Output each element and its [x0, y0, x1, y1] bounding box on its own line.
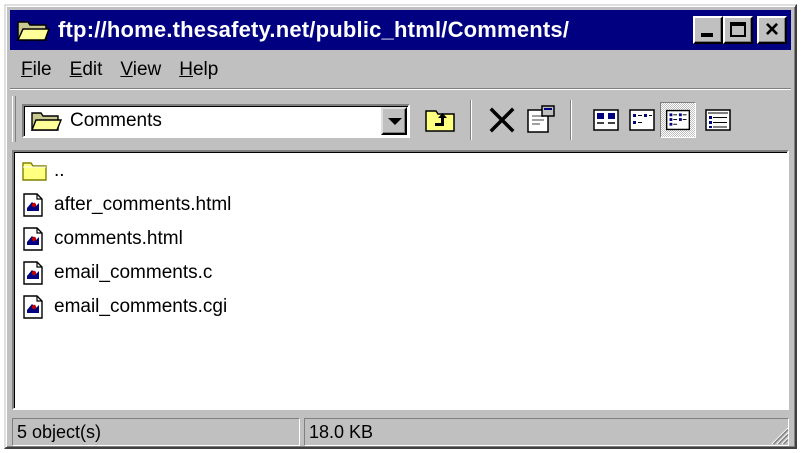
toolbar-grip[interactable]: [12, 96, 16, 142]
large-icons-button[interactable]: [588, 102, 624, 138]
file-name: comments.html: [54, 228, 183, 249]
toolbar-separator: [470, 100, 472, 140]
delete-button[interactable]: [484, 102, 520, 138]
toolbar-separator: [570, 100, 572, 140]
list-item-file[interactable]: email_comments.cgi: [22, 292, 227, 322]
close-icon: ×: [764, 16, 779, 43]
menu-edit[interactable]: Edit: [61, 59, 112, 81]
list-item-parent-folder[interactable]: ..: [22, 156, 65, 186]
ftp-explorer-window: ftp://home.thesafety.net/public_html/Com…: [4, 4, 797, 449]
list-item-file[interactable]: email_comments.c: [22, 258, 212, 288]
folder-icon: [22, 160, 48, 182]
title-bar[interactable]: ftp://home.thesafety.net/public_html/Com…: [10, 10, 791, 50]
html-document-icon: [22, 294, 44, 320]
resize-grip[interactable]: [766, 422, 790, 446]
details-view-button[interactable]: [700, 102, 736, 138]
file-name: email_comments.cgi: [54, 296, 228, 317]
html-document-icon: [22, 260, 44, 286]
menu-bar: File Edit View Help: [12, 54, 227, 86]
close-button[interactable]: ×: [757, 16, 787, 44]
list-view-icon: [665, 109, 691, 131]
window-title: ftp://home.thesafety.net/public_html/Com…: [58, 17, 570, 42]
up-one-level-button[interactable]: [422, 102, 458, 138]
html-document-icon: [22, 192, 44, 218]
list-view-button[interactable]: [660, 102, 696, 138]
menu-help[interactable]: Help: [170, 59, 227, 81]
file-name: ..: [54, 160, 65, 181]
address-combobox[interactable]: Comments: [22, 104, 410, 138]
status-total-size: 18.0 KB: [304, 418, 789, 446]
folder-icon: [30, 110, 63, 132]
maximize-button[interactable]: [723, 16, 753, 44]
resize-grip-icon: [771, 427, 789, 445]
minimize-icon: [701, 33, 713, 37]
address-value: Comments: [70, 110, 162, 131]
properties-button[interactable]: [522, 102, 558, 138]
list-item-file[interactable]: after_comments.html: [22, 190, 231, 220]
file-list-pane[interactable]: .. after_comments.html comments.html ema…: [12, 150, 789, 410]
menu-file[interactable]: File: [12, 59, 61, 81]
toolbar: Comments: [10, 92, 791, 148]
details-view-icon: [705, 109, 731, 131]
file-name: after_comments.html: [54, 194, 232, 215]
minimize-button[interactable]: [693, 16, 723, 44]
small-icons-button[interactable]: [624, 102, 660, 138]
small-icons-view-icon: [629, 109, 655, 131]
menu-view[interactable]: View: [111, 59, 170, 81]
folder-up-icon: [425, 110, 455, 132]
large-icons-view-icon: [593, 109, 619, 131]
address-dropdown-button[interactable]: [381, 107, 407, 135]
properties-icon: [527, 105, 555, 133]
list-item-file[interactable]: comments.html: [22, 224, 183, 254]
delete-icon: [489, 107, 515, 133]
open-folder-icon: [16, 17, 51, 43]
status-object-count: 5 object(s): [12, 418, 300, 446]
status-bar: 5 object(s) 18.0 KB: [10, 416, 791, 447]
file-name: email_comments.c: [54, 262, 213, 283]
html-document-icon: [22, 226, 44, 252]
maximize-icon: [730, 22, 746, 37]
menu-divider: [10, 88, 791, 90]
